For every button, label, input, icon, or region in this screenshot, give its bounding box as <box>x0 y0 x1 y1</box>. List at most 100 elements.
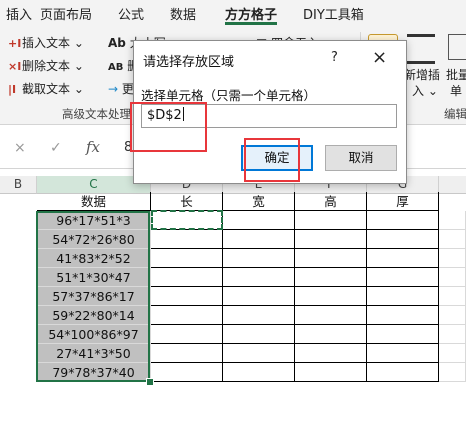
empty-cell[interactable] <box>151 306 223 325</box>
extract-text-button[interactable]: |I 截取文本 ⌄ <box>8 80 84 97</box>
data-cell[interactable]: 54*72*26*80 <box>37 230 151 249</box>
batch-label-2[interactable]: 单 <box>450 82 462 99</box>
empty-cell[interactable] <box>367 268 439 287</box>
data-cell[interactable]: 51*1*30*47 <box>37 268 151 287</box>
header-cell-width[interactable]: 宽 <box>223 192 295 211</box>
empty-cell[interactable] <box>367 211 439 230</box>
empty-cell[interactable] <box>439 211 466 230</box>
empty-cell[interactable] <box>223 287 295 306</box>
delete-text-button[interactable]: ×I删除文本 ⌄ <box>8 57 84 74</box>
header-cell-thickness[interactable]: 厚 <box>367 192 439 211</box>
column-header-blank <box>439 176 466 194</box>
empty-cell[interactable] <box>295 230 367 249</box>
tab-diy-toolbox[interactable]: DIY工具箱 <box>303 4 364 23</box>
empty-cell[interactable] <box>151 325 223 344</box>
help-icon[interactable]: ? <box>331 50 338 65</box>
empty-cell[interactable] <box>151 287 223 306</box>
empty-cell[interactable] <box>151 344 223 363</box>
data-cell[interactable]: 79*78*37*40 <box>37 363 151 382</box>
range-input[interactable]: $D$2 <box>141 104 397 128</box>
insert-function-icon[interactable]: fx <box>86 138 100 156</box>
batch-icon <box>448 34 466 60</box>
formula-cancel-icon[interactable]: × <box>14 140 26 156</box>
header-cell-length[interactable]: 长 <box>151 192 223 211</box>
case-icon: Ab <box>108 36 126 50</box>
select-range-dialog: 请选择存放区域 ? × 选择单元格（只需一个单元格） $D$2 确定 取消 <box>133 40 407 184</box>
data-cell[interactable]: 96*17*51*3 <box>37 211 151 230</box>
empty-cell[interactable] <box>223 344 295 363</box>
group-label-edit: 编辑 <box>444 107 466 121</box>
empty-cell[interactable] <box>367 344 439 363</box>
data-cell[interactable]: 59*22*80*14 <box>37 306 151 325</box>
column-header-b[interactable]: B <box>0 176 37 194</box>
data-cell[interactable]: 41*83*2*52 <box>37 249 151 268</box>
empty-cell[interactable] <box>367 287 439 306</box>
new-insert-label-2[interactable]: 入 ⌄ <box>412 82 438 99</box>
empty-cell[interactable] <box>295 211 367 230</box>
empty-cell[interactable] <box>367 306 439 325</box>
data-cell[interactable]: 54*100*86*97 <box>37 325 151 344</box>
empty-cell[interactable] <box>151 249 223 268</box>
empty-cell[interactable] <box>367 230 439 249</box>
uppercase-icon: AB <box>108 62 124 73</box>
insert-rows-icon <box>407 34 435 64</box>
group-label-advanced-text: 高级文本处理 <box>62 107 131 121</box>
delete-text-icon: ×I <box>8 60 22 73</box>
empty-cell[interactable] <box>295 287 367 306</box>
extract-text-icon: |I <box>8 83 17 96</box>
empty-cell[interactable] <box>295 268 367 287</box>
tab-formulas[interactable]: 公式 <box>118 4 144 23</box>
header-cell-data[interactable]: 数据 <box>37 192 151 211</box>
active-tab-indicator <box>225 22 277 25</box>
data-cell[interactable]: 57*37*86*17 <box>37 287 151 306</box>
empty-cell[interactable] <box>223 325 295 344</box>
empty-cell[interactable] <box>295 249 367 268</box>
empty-cell[interactable] <box>295 363 367 382</box>
empty-cell[interactable] <box>223 363 295 382</box>
more-button[interactable]: → 更 <box>108 80 134 97</box>
empty-cell[interactable] <box>439 344 466 363</box>
ok-button[interactable]: 确定 <box>241 145 313 171</box>
empty-cell[interactable] <box>439 249 466 268</box>
empty-cell[interactable] <box>367 325 439 344</box>
data-cell[interactable]: 27*41*3*50 <box>37 344 151 363</box>
tab-insert[interactable]: 插入 <box>6 4 32 23</box>
dialog-prompt: 选择单元格（只需一个单元格） <box>141 88 317 103</box>
empty-cell[interactable] <box>223 230 295 249</box>
new-insert-label[interactable]: 新增插 <box>404 66 440 83</box>
header-cell-height[interactable]: 高 <box>295 192 367 211</box>
tab-fangfang[interactable]: 方方格子 <box>225 4 277 23</box>
fill-handle[interactable] <box>146 378 154 386</box>
ribbon-tab-bar: 插入 页面布局 公式 数据 方方格子 DIY工具箱 <box>0 0 466 26</box>
dialog-title: 请选择存放区域 <box>143 55 235 70</box>
empty-cell[interactable] <box>151 230 223 249</box>
formula-confirm-icon[interactable]: ✓ <box>50 140 62 156</box>
tab-page-layout[interactable]: 页面布局 <box>40 4 92 23</box>
batch-label[interactable]: 批量 <box>446 66 466 83</box>
empty-cell[interactable] <box>439 287 466 306</box>
insert-text-button[interactable]: +I插入文本 ⌄ <box>8 34 84 51</box>
insert-text-icon: +I <box>8 37 22 50</box>
empty-cell[interactable] <box>223 249 295 268</box>
empty-cell[interactable] <box>439 363 466 382</box>
empty-cell[interactable] <box>439 268 466 287</box>
empty-cell[interactable] <box>295 306 367 325</box>
empty-cell[interactable] <box>223 306 295 325</box>
close-icon[interactable]: × <box>372 47 387 68</box>
empty-cell[interactable] <box>223 268 295 287</box>
empty-cell[interactable] <box>439 306 466 325</box>
cancel-button[interactable]: 取消 <box>325 145 397 171</box>
tab-data[interactable]: 数据 <box>170 4 196 23</box>
arrow-right-icon: → <box>108 82 119 96</box>
empty-cell[interactable] <box>151 268 223 287</box>
formula-input[interactable]: 8 <box>124 140 132 155</box>
empty-cell[interactable] <box>223 211 295 230</box>
empty-cell[interactable] <box>439 325 466 344</box>
empty-cell[interactable] <box>295 344 367 363</box>
empty-cell[interactable] <box>295 325 367 344</box>
text-caret <box>182 107 184 121</box>
empty-cell[interactable] <box>367 363 439 382</box>
empty-cell[interactable] <box>439 230 466 249</box>
empty-cell[interactable] <box>367 249 439 268</box>
empty-cell[interactable] <box>151 363 223 382</box>
